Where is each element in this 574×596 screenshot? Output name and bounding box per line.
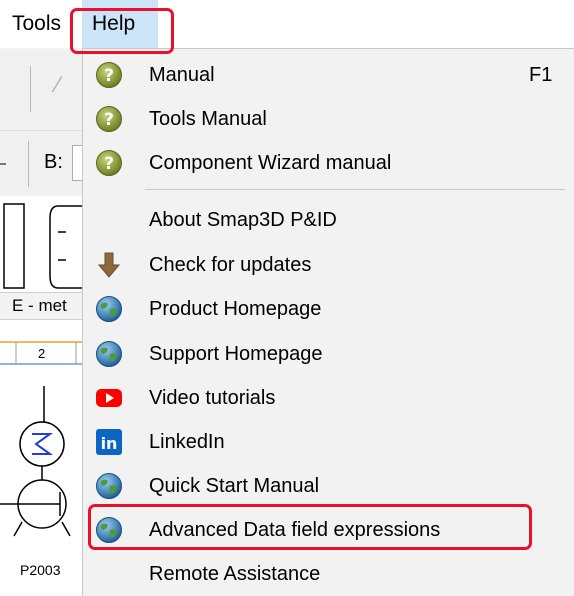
menu-item-component-wizard-manual[interactable]: ? Component Wizard manual (83, 141, 573, 185)
menu-help[interactable]: Help (82, 0, 158, 48)
background-application: ⁄ B: E - met 2 P2003 (0, 48, 90, 596)
help-icon: ? (96, 150, 122, 176)
globe-icon (96, 473, 122, 499)
document-tab[interactable]: E - met (0, 292, 90, 320)
menu-item-label: Tools Manual (149, 108, 267, 130)
menu-item-label: Component Wizard manual (149, 152, 392, 174)
globe-icon (96, 341, 122, 367)
toolbar-dash (0, 163, 6, 165)
menu-item-label: Product Homepage (149, 298, 322, 320)
ruler: 2 (0, 336, 90, 366)
globe-icon (96, 296, 122, 322)
menu-item-label: Quick Start Manual (149, 475, 320, 497)
menu-item-label: Advanced Data field expressions (149, 519, 441, 541)
combo-label: B: (44, 151, 63, 173)
menu-item-product-homepage[interactable]: Product Homepage (83, 287, 573, 331)
menu-separator (145, 189, 565, 190)
svg-text:?: ? (104, 66, 114, 86)
drawing-canvas[interactable] (0, 196, 90, 596)
menu-item-tools-manual[interactable]: ? Tools Manual (83, 97, 573, 141)
shortcut-label: F1 (529, 64, 553, 86)
help-icon: ? (96, 106, 122, 132)
help-menu: ? Manual F1 ? Tools Manual ? Component W… (82, 48, 574, 596)
linkedin-icon: in (96, 429, 122, 455)
drawing-symbols (0, 203, 90, 537)
svg-text:in: in (101, 434, 118, 453)
menu-item-label: About Smap3D P&ID (149, 209, 337, 231)
svg-text:?: ? (104, 154, 114, 174)
menu-bar: Tools Help (0, 0, 574, 48)
globe-icon (96, 517, 122, 543)
menu-item-manual[interactable]: ? Manual F1 (83, 53, 573, 97)
menu-item-about[interactable]: About Smap3D P&ID (83, 198, 573, 242)
menu-item-video-tutorials[interactable]: Video tutorials (83, 376, 573, 420)
menu-item-check-updates[interactable]: Check for updates (83, 243, 573, 287)
disabled-tool-icon: ⁄ (56, 72, 60, 97)
youtube-icon (96, 389, 122, 407)
equipment-tag: P2003 (20, 562, 61, 578)
menu-item-advanced-data-field-expressions[interactable]: Advanced Data field expressions (83, 508, 573, 552)
menu-item-remote-assistance[interactable]: Remote Assistance (83, 552, 573, 596)
menu-item-label: LinkedIn (149, 431, 225, 453)
menu-item-label: Video tutorials (149, 387, 276, 409)
svg-text:?: ? (104, 110, 114, 130)
toolbar-row: ⁄ (0, 50, 90, 128)
help-icon: ? (96, 62, 122, 88)
menu-item-label: Manual (149, 64, 215, 86)
menu-item-quick-start-manual[interactable]: Quick Start Manual (83, 464, 573, 508)
ruler-label: 2 (38, 346, 46, 361)
menu-item-label: Support Homepage (149, 343, 323, 365)
download-arrow-icon (97, 252, 121, 278)
menu-item-linkedin[interactable]: in LinkedIn (83, 420, 573, 464)
toolbar-separator (30, 66, 31, 112)
menu-item-label: Check for updates (149, 254, 312, 276)
menu-item-support-homepage[interactable]: Support Homepage (83, 332, 573, 376)
toolbar-separator (28, 141, 29, 187)
menu-item-label: Remote Assistance (149, 563, 321, 585)
toolbar-row-2: B: (0, 130, 90, 194)
menu-tools[interactable]: Tools (12, 0, 61, 48)
